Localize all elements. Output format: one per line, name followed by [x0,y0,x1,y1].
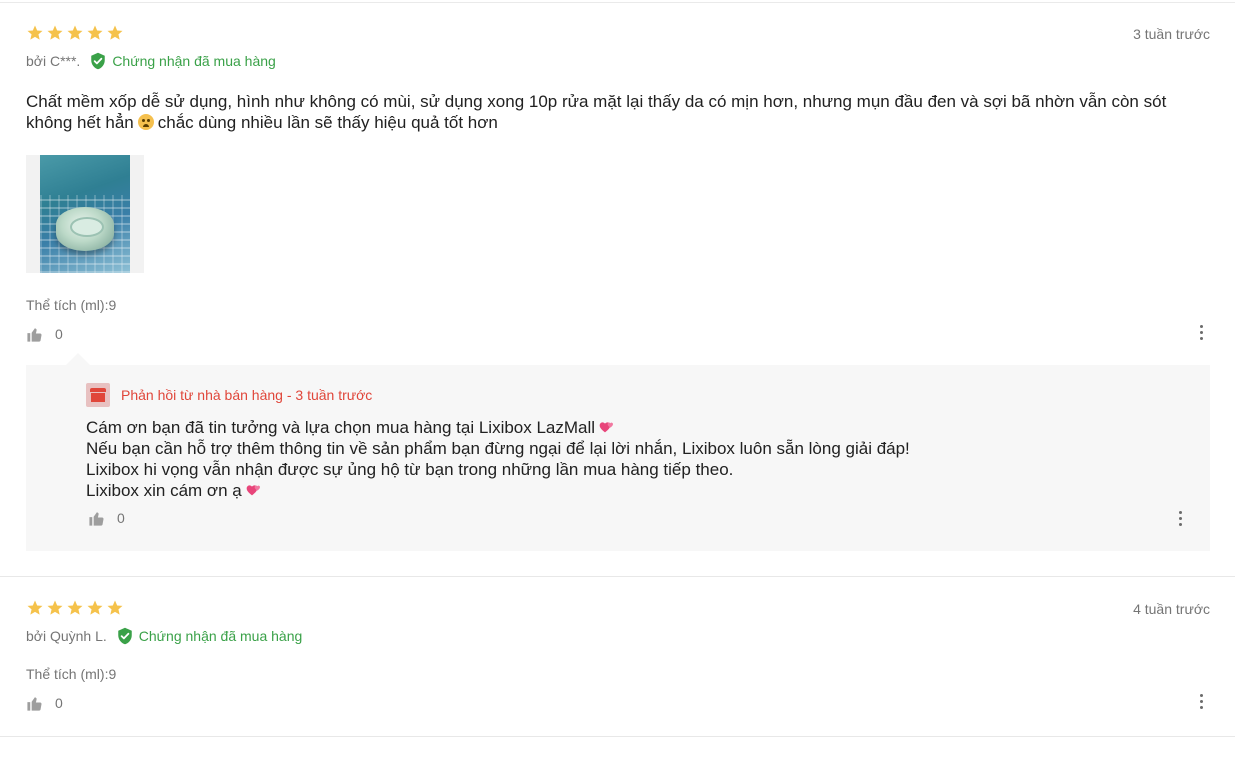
review-divider [0,576,1235,577]
two-hearts-emoji [246,485,260,496]
review-text-part: chắc dùng nhiều lần sẽ thấy hiệu quả tốt… [157,113,498,132]
star-icon [47,25,63,40]
star-icon [107,25,123,40]
shield-check-icon [118,627,132,645]
reply-line: Nếu bạn cần hỗ trợ thêm thông tin về sản… [86,439,910,458]
shield-check-icon [91,52,106,70]
face-emoji [137,114,154,130]
review-divider [0,736,1235,737]
seller-reply-title: Phản hồi từ nhà bán hàng - 3 tuần trước [121,387,373,403]
more-vertical-icon[interactable] [1200,325,1204,341]
star-icon [27,600,43,615]
thumbs-up-icon[interactable] [26,326,43,343]
product-variant: Thể tích (ml):9 [26,666,117,682]
star-icon [107,600,123,615]
product-variant: Thể tích (ml):9 [26,297,117,313]
reply-line: Lixibox hi vọng vẫn nhận được sự ủng hộ … [86,460,734,479]
review-author: bởi C***. [26,53,81,69]
reply-line: Lixibox xin cám ơn ạ [86,480,910,501]
like-count: 0 [55,695,63,711]
more-vertical-icon[interactable] [1200,694,1204,710]
review-author: bởi Quỳnh L. [26,628,107,644]
seller-reply: Phản hồi từ nhà bán hàng - 3 tuần trước … [26,353,1210,551]
review-content: Chất mềm xốp dễ sử dụng, hình như không … [26,91,1206,133]
verified-purchase-label: Chứng nhận đã mua hàng [138,628,303,644]
thumbs-up-icon[interactable] [26,695,43,712]
seller-reply-actions: 0 [88,509,125,527]
author-row: bởi Quỳnh L. Chứng nhận đã mua hàng [26,626,1210,646]
review-card: 3 tuần trước bởi C***. Chứng nhận đã mua… [26,22,1210,551]
review-photo-thumbnail[interactable] [26,155,144,273]
star-icon [47,600,63,615]
star-rating [26,22,1210,44]
like-count: 0 [117,510,125,526]
verified-purchase-label: Chứng nhận đã mua hàng [112,53,276,69]
review-actions: 0 [26,325,1210,343]
author-row: bởi C***. Chứng nhận đã mua hàng [26,51,1210,71]
store-icon [86,383,110,407]
two-hearts-emoji [599,422,614,433]
seller-reply-text: Cám ơn bạn đã tin tưởng và lựa chọn mua … [86,417,910,501]
review-actions: 0 [26,694,1210,712]
review-card: 4 tuần trước bởi Quỳnh L. Chứng nhận đã … [26,597,1210,712]
star-icon [67,25,83,40]
seller-reply-header: Phản hồi từ nhà bán hàng - 3 tuần trước [86,383,372,407]
star-icon [87,600,103,615]
like-count: 0 [55,326,63,342]
product-jar-image [56,207,114,251]
star-icon [67,600,83,615]
review-date: 3 tuần trước [1133,26,1210,42]
reply-line: Cám ơn bạn đã tin tưởng và lựa chọn mua … [86,417,910,438]
star-rating [26,597,1210,619]
top-divider [0,2,1235,3]
star-icon [87,25,103,40]
star-icon [27,25,43,40]
more-vertical-icon[interactable] [1179,511,1183,527]
review-date: 4 tuần trước [1133,601,1210,617]
thumbs-up-icon[interactable] [88,510,105,527]
